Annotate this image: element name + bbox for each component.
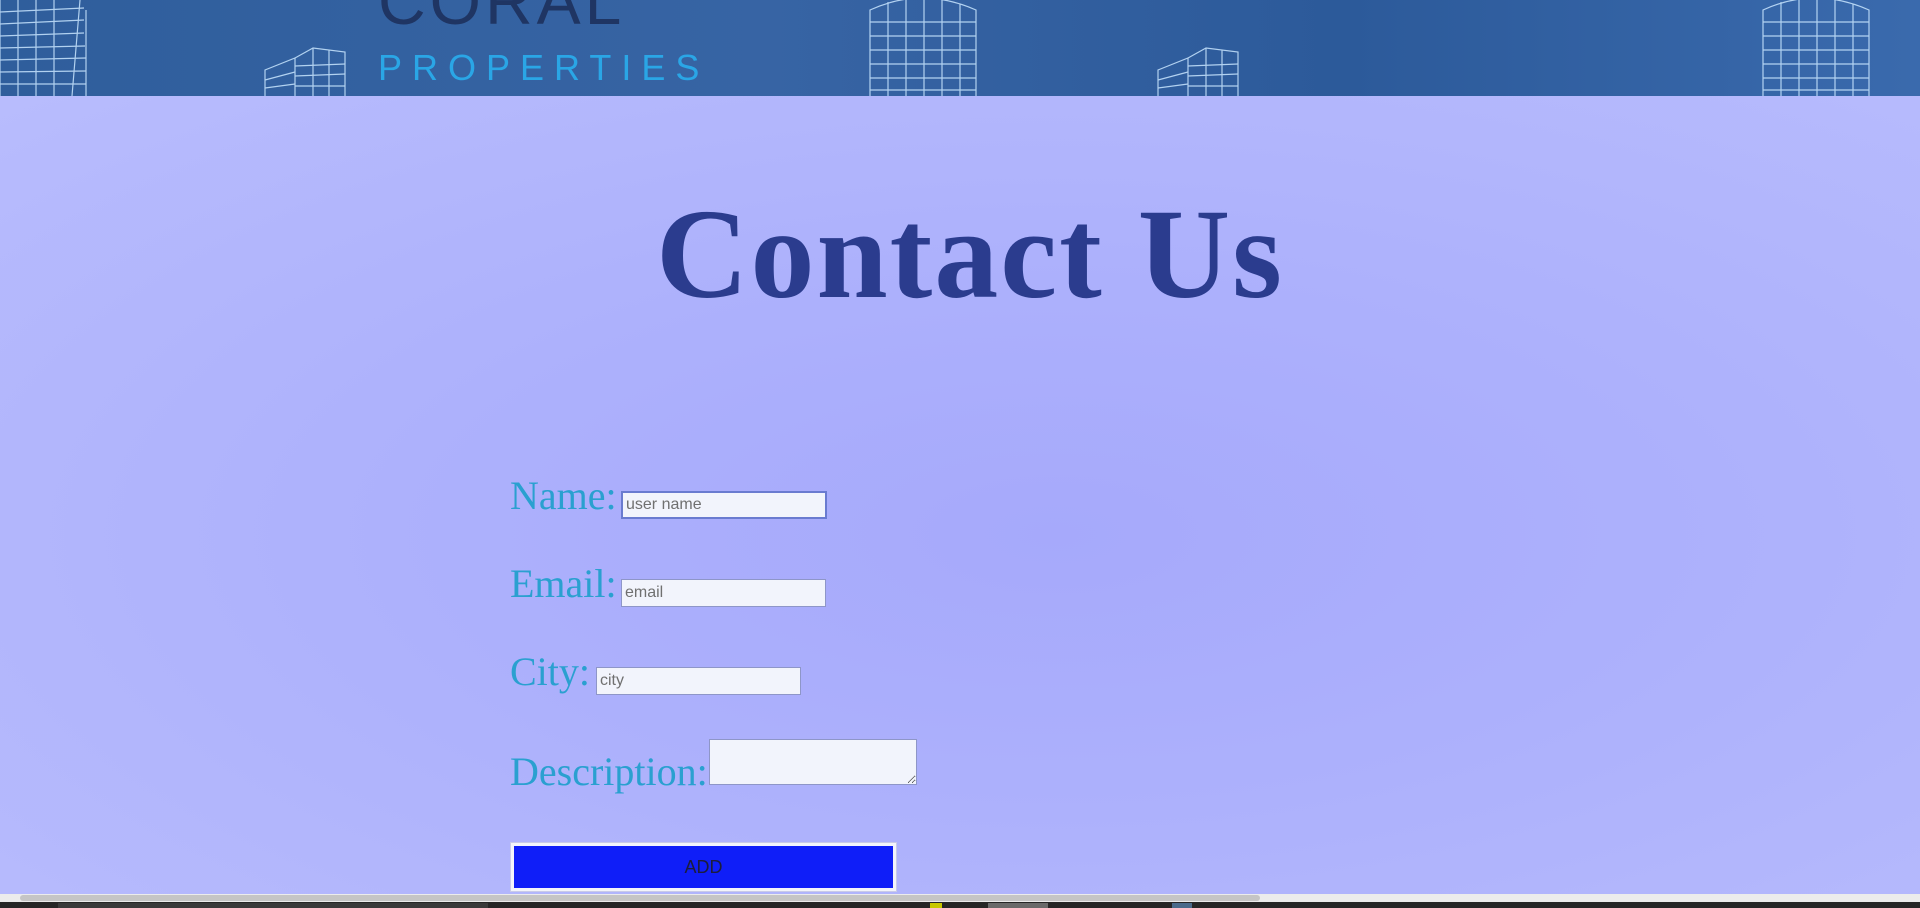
- building-icon: [1762, 0, 1870, 96]
- email-label: Email:: [510, 561, 617, 606]
- building-icon: [869, 0, 977, 96]
- description-label: Description:: [510, 749, 708, 794]
- header-banner: CORAL PROPERTIES: [0, 0, 1920, 96]
- taskbar-item: [930, 903, 942, 908]
- name-input[interactable]: [621, 491, 827, 519]
- horizontal-scrollbar[interactable]: [0, 894, 1920, 902]
- brand-logo-bottom: PROPERTIES: [378, 47, 710, 88]
- building-icon: [0, 0, 87, 96]
- building-icon: [264, 47, 346, 96]
- main-content: Contact Us Name: Email: City: Descriptio…: [0, 96, 1920, 894]
- email-input[interactable]: [621, 579, 826, 607]
- city-input[interactable]: [596, 667, 801, 695]
- description-textarea[interactable]: [709, 739, 917, 785]
- taskbar-item: [58, 903, 488, 908]
- taskbar-item: [988, 903, 1048, 908]
- add-button[interactable]: ADD: [510, 842, 897, 892]
- city-label: City:: [510, 649, 591, 694]
- brand-logo-top: CORAL: [378, 0, 626, 38]
- page-title: Contact Us: [656, 183, 1284, 325]
- building-icon: [1157, 47, 1239, 96]
- taskbar-strip: [0, 902, 1920, 908]
- scrollbar-thumb[interactable]: [20, 895, 1260, 901]
- name-label: Name:: [510, 473, 617, 518]
- taskbar-item: [1172, 903, 1192, 908]
